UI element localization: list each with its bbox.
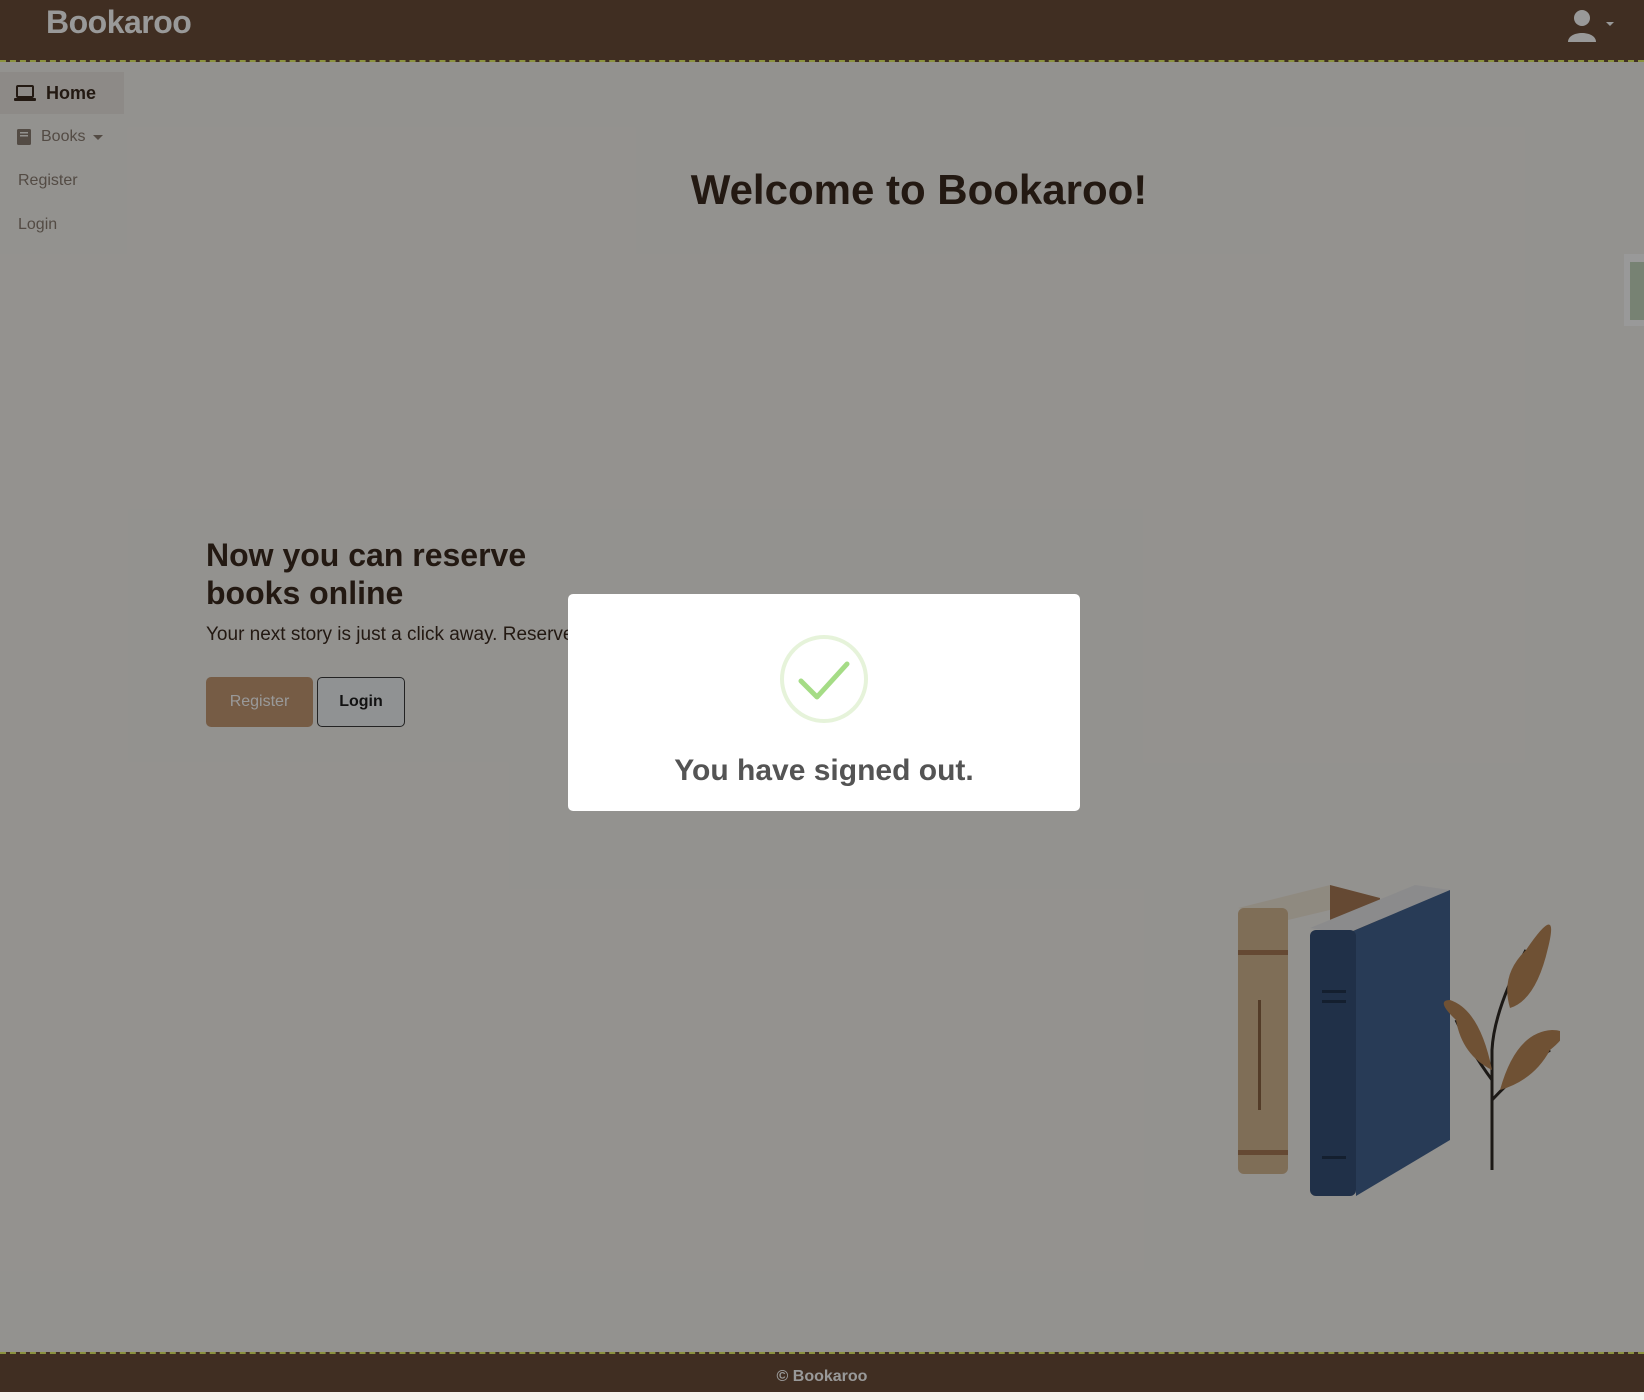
check-circle-icon	[780, 635, 868, 723]
signout-dialog: You have signed out.	[568, 594, 1080, 811]
dialog-message: You have signed out.	[674, 754, 974, 787]
